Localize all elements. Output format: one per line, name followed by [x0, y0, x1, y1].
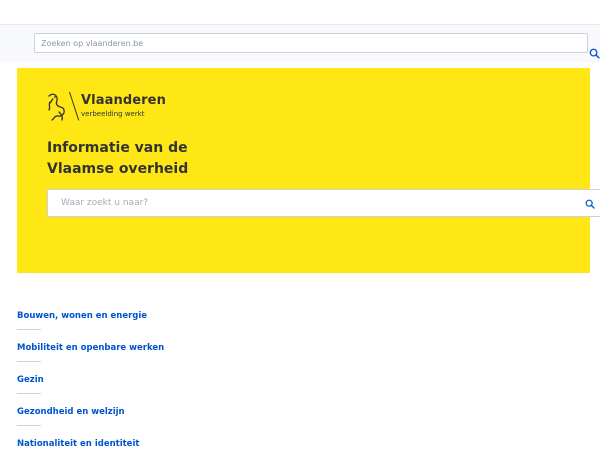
hero-banner: Vlaanderen verbeelding werkt Informatie …: [17, 68, 600, 273]
list-item: Gezin: [17, 367, 317, 399]
hero-search-input[interactable]: [48, 190, 600, 216]
logo-subtitle: verbeelding werkt: [81, 110, 145, 118]
hero-title-line1: Informatie van de: [47, 140, 188, 156]
list-item: Gezondheid en welzijn: [17, 399, 317, 431]
hero-search-box: [47, 189, 600, 217]
logo-divider: [69, 91, 80, 121]
divider: [17, 393, 41, 394]
search-icon[interactable]: [585, 199, 595, 209]
divider: [17, 361, 41, 362]
theme-link-gezin[interactable]: Gezin: [17, 375, 44, 385]
divider: [17, 425, 41, 426]
list-item: Mobiliteit en openbare werken: [17, 335, 317, 367]
theme-link-nationaliteit[interactable]: Nationaliteit en identiteit: [17, 439, 139, 449]
global-search-input[interactable]: [34, 33, 588, 53]
hero-title: Informatie van de Vlaamse overheid: [47, 138, 267, 180]
top-bar: [0, 0, 600, 25]
theme-list: Bouwen, wonen en energie Mobiliteit en o…: [17, 303, 317, 463]
vlaanderen-logo[interactable]: Vlaanderen verbeelding werkt: [45, 90, 205, 124]
list-item: Nationaliteit en identiteit: [17, 431, 317, 463]
divider: [17, 329, 41, 330]
theme-link-bouwen[interactable]: Bouwen, wonen en energie: [17, 311, 147, 321]
global-search-row: [0, 25, 600, 62]
hero-title-line2: Vlaamse overheid: [47, 161, 189, 177]
flemish-lion-icon: [48, 93, 65, 121]
logo-title: Vlaanderen: [81, 93, 166, 108]
theme-link-mobiliteit[interactable]: Mobiliteit en openbare werken: [17, 343, 164, 353]
theme-link-gezondheid[interactable]: Gezondheid en welzijn: [17, 407, 125, 417]
search-icon[interactable]: [589, 48, 600, 59]
list-item: Bouwen, wonen en energie: [17, 303, 317, 335]
